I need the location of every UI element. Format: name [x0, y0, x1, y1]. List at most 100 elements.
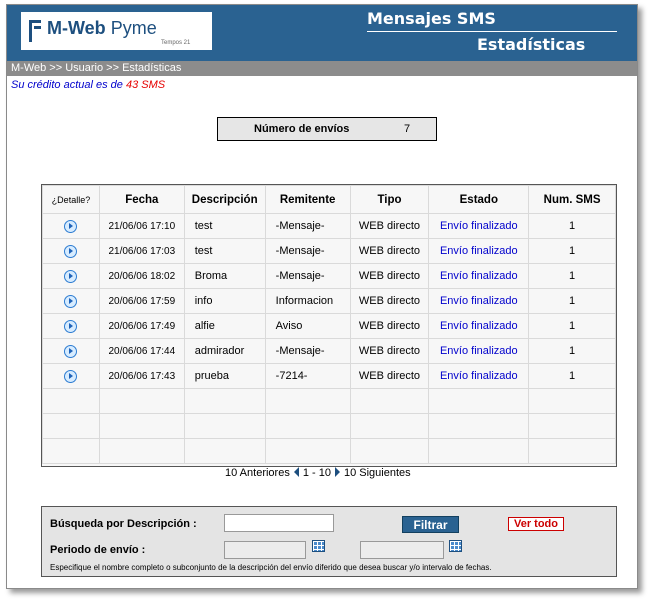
table-row: 20/06/06 17:43 prueba -7214- WEB directo… [42, 363, 616, 389]
remitente-cell: -Mensaje- [264, 338, 351, 364]
descripcion-cell: info [183, 288, 266, 314]
fecha-cell: 21/06/06 17:03 [98, 238, 185, 264]
estado-cell: Envío finalizado [428, 288, 530, 314]
estado-cell: Envío finalizado [428, 338, 530, 364]
table-row: 21/06/06 17:03 test -Mensaje- WEB direct… [42, 238, 616, 264]
table-header-row: ¿Detalle? Fecha Descripción Remitente Ti… [42, 185, 616, 214]
tipo-cell: WEB directo [349, 263, 430, 289]
detail-cell [42, 238, 100, 264]
tipo-cell: WEB directo [349, 313, 430, 339]
play-circle-icon[interactable] [64, 219, 78, 233]
messages-table: ¿Detalle? Fecha Descripción Remitente Ti… [41, 184, 617, 467]
pagination: 10 Anteriores 1 - 10 10 Siguientes [225, 467, 411, 479]
prev-arrow-icon[interactable] [293, 467, 299, 477]
num-sms-cell: 1 [528, 213, 616, 239]
next-arrow-icon[interactable] [334, 467, 340, 477]
tipo-cell: WEB directo [349, 238, 430, 264]
search-hint: Especifique el nombre completo o subconj… [50, 563, 492, 572]
col-header-remitente[interactable]: Remitente [264, 185, 351, 214]
calendar-icon[interactable] [312, 540, 325, 552]
detail-cell [42, 263, 100, 289]
num-sms-cell: 1 [528, 263, 616, 289]
breadcrumb: M-Web >> Usuario >> Estadísticas [7, 61, 637, 76]
fecha-cell: 20/06/06 17:43 [98, 363, 185, 389]
table-row: 21/06/06 17:10 test -Mensaje- WEB direct… [42, 213, 616, 239]
credit-text: Su crédito actual es de 43 SMS [11, 79, 165, 91]
credit-label: Su crédito actual es de [11, 79, 126, 91]
page-range: 1 - 10 [302, 467, 331, 479]
num-sms-cell: 1 [528, 338, 616, 364]
estado-cell: Envío finalizado [428, 313, 530, 339]
col-header-fecha[interactable]: Fecha [98, 185, 185, 214]
search-desc-label: Búsqueda por Descripción : [50, 518, 197, 530]
detail-cell [42, 313, 100, 339]
fecha-cell: 20/06/06 17:44 [98, 338, 185, 364]
header: M-Web Pyme Tempos 21 Mensajes SMS Estadí… [7, 5, 637, 61]
page-title: Mensajes SMS [367, 9, 496, 28]
estado-cell: Envío finalizado [428, 263, 530, 289]
remitente-cell: -Mensaje- [264, 263, 351, 289]
page-subtitle: Estadísticas [477, 35, 586, 54]
num-sms-cell: 1 [528, 288, 616, 314]
col-header-tipo[interactable]: Tipo [349, 185, 430, 214]
remitente-cell: -Mensaje- [264, 213, 351, 239]
date-from-input[interactable] [224, 541, 306, 559]
detail-cell [42, 338, 100, 364]
empty-row [42, 438, 616, 464]
col-header-num-sms[interactable]: Num. SMS [528, 185, 616, 214]
period-label: Periodo de envío : [50, 544, 146, 556]
filter-button[interactable]: Filtrar [402, 516, 459, 533]
title-divider [367, 31, 617, 32]
col-header-estado[interactable]: Estado [428, 185, 530, 214]
descripcion-cell: test [183, 238, 266, 264]
send-count-value: 7 [404, 123, 411, 135]
show-all-button[interactable]: Ver todo [508, 517, 564, 531]
send-count-box: Número de envíos 7 [217, 117, 437, 141]
play-circle-icon[interactable] [64, 244, 78, 258]
num-sms-cell: 1 [528, 238, 616, 264]
logo-mark-icon [29, 20, 41, 42]
table-row: 20/06/06 17:59 info Informacion WEB dire… [42, 288, 616, 314]
calendar-icon[interactable] [449, 540, 462, 552]
prev-page-link[interactable]: 10 Anteriores [225, 467, 290, 479]
play-circle-icon[interactable] [64, 269, 78, 283]
tipo-cell: WEB directo [349, 213, 430, 239]
send-count-label: Número de envíos [254, 123, 350, 135]
estado-cell: Envío finalizado [428, 363, 530, 389]
play-circle-icon[interactable] [64, 319, 78, 333]
descripcion-cell: Broma [183, 263, 266, 289]
fecha-cell: 21/06/06 17:10 [98, 213, 185, 239]
remitente-cell: Informacion [264, 288, 351, 314]
play-circle-icon[interactable] [64, 294, 78, 308]
num-sms-cell: 1 [528, 363, 616, 389]
col-header-descripcion[interactable]: Descripción [183, 185, 266, 214]
table-row: 20/06/06 18:02 Broma -Mensaje- WEB direc… [42, 263, 616, 289]
next-page-link[interactable]: 10 Siguientes [344, 467, 411, 479]
detail-cell [42, 213, 100, 239]
table-row: 20/06/06 17:44 admirador -Mensaje- WEB d… [42, 338, 616, 364]
play-circle-icon[interactable] [64, 369, 78, 383]
logo-text-prefix: M-Web [47, 18, 106, 38]
remitente-cell: -Mensaje- [264, 238, 351, 264]
empty-row [42, 388, 616, 414]
search-desc-input[interactable] [224, 514, 334, 532]
date-to-input[interactable] [360, 541, 444, 559]
logo-text: M-Web Pyme [47, 18, 157, 39]
fecha-cell: 20/06/06 18:02 [98, 263, 185, 289]
fecha-cell: 20/06/06 17:59 [98, 288, 185, 314]
search-panel: Búsqueda por Descripción : Filtrar Ver t… [41, 506, 617, 577]
detail-cell [42, 288, 100, 314]
descripcion-cell: alfie [183, 313, 266, 339]
col-header-detalle: ¿Detalle? [42, 185, 100, 214]
remitente-cell: Aviso [264, 313, 351, 339]
empty-row [42, 413, 616, 439]
num-sms-cell: 1 [528, 313, 616, 339]
estado-cell: Envío finalizado [428, 213, 530, 239]
tipo-cell: WEB directo [349, 363, 430, 389]
logo-tagline: Tempos 21 [161, 40, 191, 46]
detail-cell [42, 363, 100, 389]
play-circle-icon[interactable] [64, 344, 78, 358]
estado-cell: Envío finalizado [428, 238, 530, 264]
fecha-cell: 20/06/06 17:49 [98, 313, 185, 339]
logo-text-suffix: Pyme [110, 18, 157, 38]
